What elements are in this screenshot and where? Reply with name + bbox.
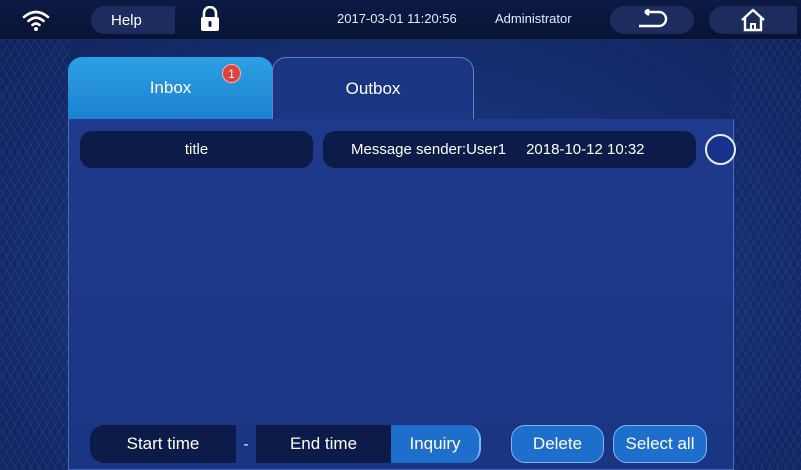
end-time-field[interactable]: End time [256,425,391,463]
current-user: Administrator [495,11,572,26]
decorative-mesh-right [731,40,801,470]
start-time-field[interactable]: Start time [90,425,236,463]
tab-inbox-label: Inbox [149,78,192,97]
unread-count-badge: 1 [222,64,241,83]
tab-outbox-label: Outbox [345,78,401,98]
top-bar: Help 2017-03-01 11:20:56 Administrator [0,0,801,40]
help-button[interactable]: Help [91,6,175,34]
message-time: 2018-10-12 10:32 [526,141,645,158]
back-arrow-icon [635,9,669,31]
back-button[interactable] [610,6,694,34]
system-datetime: 2017-03-01 11:20:56 [337,11,457,26]
message-sender: Message sender:User1 [351,141,507,158]
list-item-title[interactable]: title [80,131,313,168]
message-select-radio[interactable] [705,134,736,165]
tab-inbox[interactable]: Inbox [68,57,273,119]
home-button[interactable] [709,6,797,34]
wifi-icon [22,8,50,32]
message-list-panel [68,119,734,470]
time-range-separator: - [243,435,249,453]
delete-button[interactable]: Delete [511,425,604,463]
list-item[interactable]: Message sender:User1 2018-10-12 10:32 [323,131,696,168]
home-icon [740,8,766,32]
select-all-button[interactable]: Select all [613,425,707,463]
decorative-mesh-left [0,40,70,470]
tab-outbox[interactable]: Outbox [272,57,474,119]
inquiry-button[interactable]: Inquiry [391,425,481,463]
lock-icon[interactable] [198,6,222,32]
